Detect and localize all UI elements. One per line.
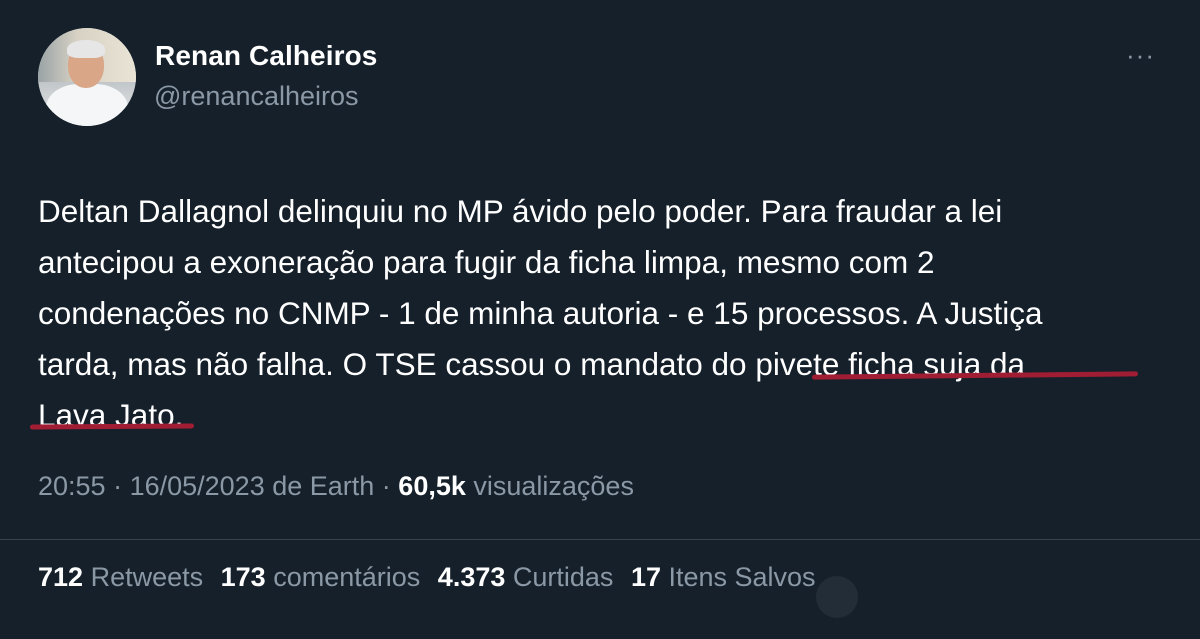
saves-count: 17 [630,562,661,592]
views-label: visualizações [465,471,634,501]
tweet-text-line: Lava Jato. [38,397,184,433]
views-count: 60,5k [398,471,466,501]
saves-label: Itens Salvos [660,562,816,592]
comments-count: 173 [220,562,266,592]
faded-overlay-circle [816,576,858,618]
likes-count: 4.373 [437,562,506,592]
divider [0,539,1200,540]
separator: · [374,471,399,501]
likes-label: Curtidas [505,562,614,592]
tweet-card: Renan Calheiros @renancalheiros ··· Delt… [0,0,1200,639]
tweet-meta: 20:55 · 16/05/2023 de Earth · 60,5k visu… [38,471,634,502]
retweets-count: 712 [38,562,84,592]
likes-stat[interactable]: 4.373 Curtidas [438,562,614,592]
comments-stat[interactable]: 173 comentários [221,562,421,592]
tweet-text-line: condenações no CNMP - 1 de minha autoria… [38,295,1043,331]
more-options-icon[interactable]: ··· [1126,40,1155,71]
avatar-shirt [46,84,128,126]
separator: · [105,471,130,501]
tweet-text-line: antecipou a exoneração para fugir da fic… [38,244,935,280]
author-handle[interactable]: @renancalheiros [154,81,359,112]
saves-stat[interactable]: 17 Itens Salvos [631,562,816,592]
retweets-stat[interactable]: 712 Retweets [38,562,203,592]
tweet-text-line: Deltan Dallagnol delinquiu no MP ávido p… [38,193,1003,229]
tweet-text-line: tarda, mas não falha. O TSE cassou o man… [38,346,1026,382]
engagement-stats: 712 Retweets 173 comentários 4.373 Curti… [38,562,826,593]
comments-label: comentários [265,562,421,592]
tweet-source: de Earth [264,471,375,501]
retweets-label: Retweets [83,562,204,592]
tweet-date[interactable]: 16/05/2023 [130,471,265,501]
avatar-hair [67,40,105,58]
tweet-text: Deltan Dallagnol delinquiu no MP ávido p… [38,186,1178,441]
avatar[interactable] [38,28,136,126]
tweet-time[interactable]: 20:55 [38,471,106,501]
author-name[interactable]: Renan Calheiros [155,40,377,72]
